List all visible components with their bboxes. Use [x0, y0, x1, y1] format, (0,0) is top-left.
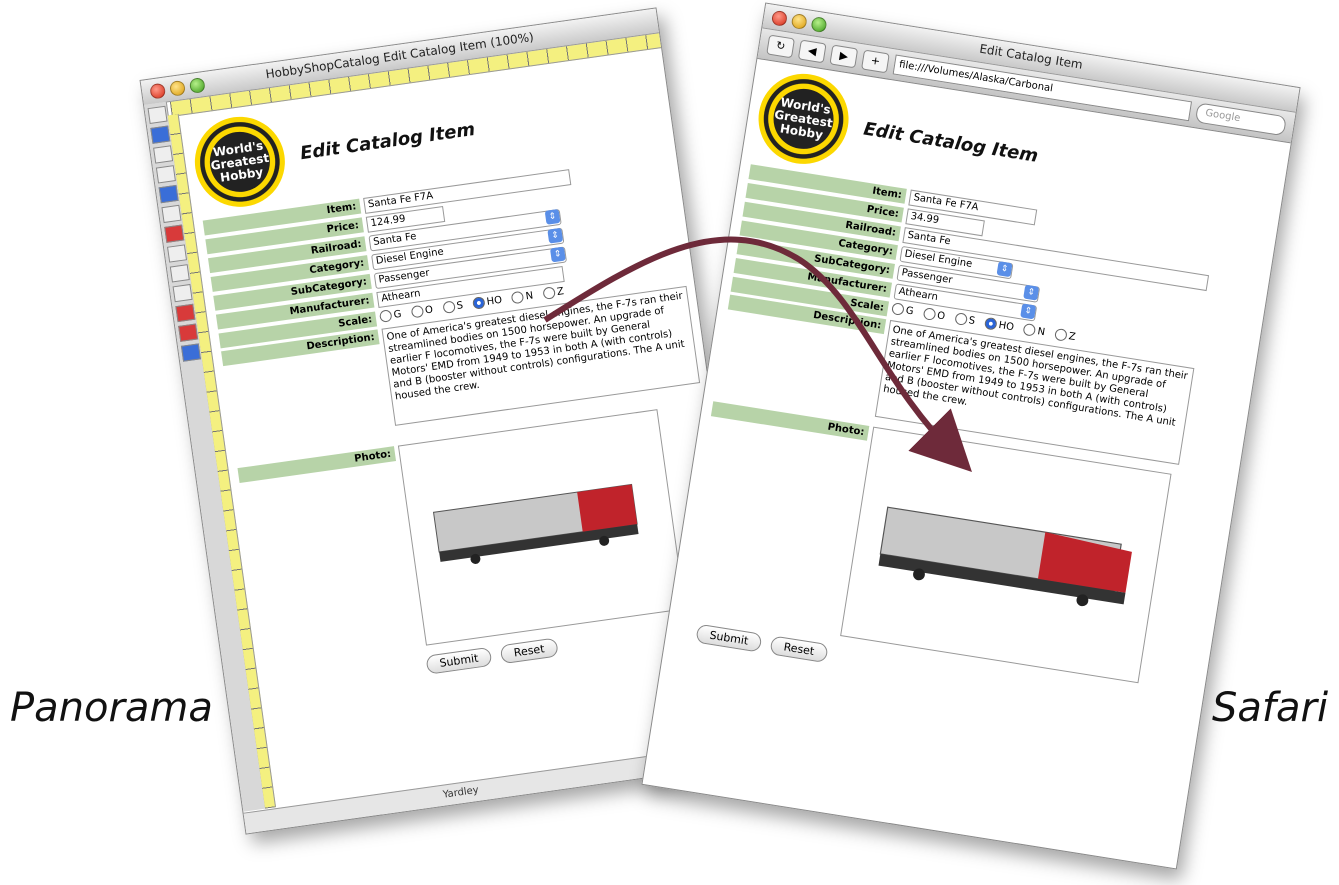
- reset-button[interactable]: Reset: [499, 637, 559, 665]
- forward-icon[interactable]: ▶: [829, 44, 859, 69]
- scale-radio-s[interactable]: S: [441, 299, 464, 314]
- photo-frame: [840, 426, 1172, 684]
- scale-radio-g[interactable]: G: [891, 302, 914, 317]
- scale-radio-z[interactable]: Z: [1053, 327, 1076, 343]
- submit-button[interactable]: Submit: [425, 646, 493, 675]
- locomotive-image: [878, 506, 1132, 607]
- submit-button[interactable]: Submit: [695, 623, 763, 653]
- reload-icon[interactable]: ↻: [766, 34, 796, 59]
- hobby-logo: World's Greatest Hobby: [189, 111, 291, 213]
- scale-radio-ho[interactable]: HO: [472, 294, 503, 310]
- tool-chart-icon[interactable]: [178, 323, 199, 342]
- tool-line-icon[interactable]: [161, 204, 182, 224]
- safari-label: Safari: [1212, 685, 1329, 731]
- locomotive-image: [432, 483, 639, 564]
- tool-button-icon[interactable]: [172, 283, 193, 303]
- status-text: Yardley: [442, 784, 480, 801]
- chevron-down-icon: ⇕: [1023, 284, 1040, 301]
- scale-radio-z[interactable]: Z: [542, 285, 564, 300]
- safari-window: Edit Catalog Item ↻ ◀ ▶ + file:///Volume…: [641, 2, 1301, 870]
- tool-super-icon[interactable]: [180, 343, 201, 362]
- tool-text-icon[interactable]: [155, 165, 176, 184]
- chevron-down-icon: ⇕: [547, 227, 564, 244]
- safari-form: World's Greatest Hobby Edit Catalog Item…: [654, 62, 1281, 856]
- form-heading: Edit Catalog Item: [298, 118, 477, 164]
- hobby-logo: World's Greatest Hobby: [752, 67, 856, 171]
- scale-radio-n[interactable]: N: [1022, 323, 1046, 338]
- reset-button[interactable]: Reset: [769, 635, 829, 664]
- photo-label: Photo:: [237, 446, 397, 484]
- tool-zoom-icon[interactable]: [153, 145, 174, 164]
- chevron-down-icon: ⇕: [996, 261, 1013, 278]
- back-icon[interactable]: ◀: [797, 39, 827, 64]
- chevron-down-icon: ⇕: [549, 246, 566, 263]
- add-bookmark-icon[interactable]: +: [861, 49, 890, 74]
- tool-field-icon[interactable]: [158, 184, 179, 204]
- chevron-down-icon: ⇕: [1020, 303, 1037, 320]
- tool-select-icon[interactable]: [150, 125, 171, 144]
- photo-frame: [397, 409, 686, 646]
- scale-radio-s[interactable]: S: [953, 312, 976, 327]
- tool-pointer-icon[interactable]: [147, 105, 168, 125]
- tool-rect-icon[interactable]: [166, 244, 188, 263]
- scale-radio-n[interactable]: N: [511, 289, 534, 305]
- scale-radio-g[interactable]: G: [378, 308, 402, 323]
- scale-radio-o[interactable]: O: [410, 303, 434, 319]
- chevron-down-icon: ⇕: [544, 208, 561, 225]
- scale-radio-ho[interactable]: HO: [983, 316, 1015, 333]
- tool-oval-icon[interactable]: [169, 264, 190, 283]
- scale-radio-o[interactable]: O: [922, 307, 946, 322]
- tool-text-color-icon[interactable]: [164, 224, 185, 243]
- panorama-label: Panorama: [10, 685, 213, 731]
- tool-picture-icon[interactable]: [175, 303, 196, 323]
- form-heading: Edit Catalog Item: [862, 118, 1040, 167]
